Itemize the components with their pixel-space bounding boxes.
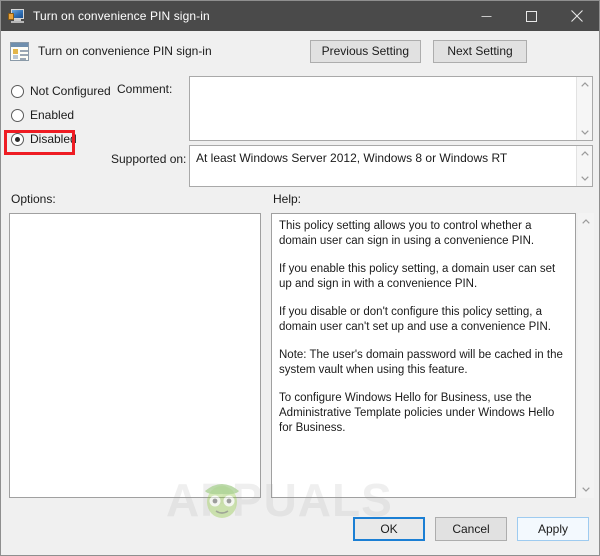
radio-indicator-disabled (11, 132, 24, 146)
setting-title: Turn on convenience PIN sign-in (38, 44, 212, 58)
next-setting-button[interactable]: Next Setting (433, 40, 527, 63)
close-button[interactable] (554, 1, 599, 31)
pane-labels: Options: Help: (1, 186, 599, 213)
radio-enabled[interactable]: Enabled (11, 103, 126, 127)
help-paragraph: If you disable or don't configure this p… (279, 306, 551, 333)
apply-button[interactable]: Apply (517, 517, 589, 541)
radio-indicator-enabled (11, 108, 24, 122)
radio-label-not-configured: Not Configured (30, 84, 111, 98)
computer-policy-icon (8, 7, 26, 25)
radio-disabled[interactable]: Disabled (11, 127, 126, 151)
help-scrollbar[interactable] (578, 213, 594, 498)
comment-label: Comment: (117, 82, 173, 96)
chevron-up-icon[interactable] (580, 80, 589, 89)
title-bar[interactable]: Turn on convenience PIN sign-in (1, 1, 599, 31)
group-policy-setting-dialog: Turn on convenience PIN sign-in Turn on … (0, 0, 600, 556)
chevron-down-icon[interactable] (582, 485, 591, 494)
help-label: Help: (273, 192, 302, 206)
radio-label-enabled: Enabled (30, 108, 75, 122)
help-text: This policy setting allows you to contro… (272, 214, 575, 441)
supported-on-scrollbar[interactable] (576, 146, 592, 186)
chevron-down-icon[interactable] (580, 174, 589, 183)
supported-on-value: At least Windows Server 2012, Windows 8 … (196, 151, 508, 165)
supported-on-label: Supported on: (111, 152, 187, 166)
panes-container: This policy setting allows you to contro… (1, 213, 599, 526)
help-paragraph: If you enable this policy setting, a dom… (279, 263, 556, 290)
radio-label-disabled: Disabled (30, 132, 77, 146)
chevron-up-icon[interactable] (582, 217, 591, 226)
previous-setting-button[interactable]: Previous Setting (309, 40, 421, 63)
help-pane[interactable]: This policy setting allows you to contro… (271, 213, 576, 498)
window-controls (464, 1, 599, 31)
comment-textbox[interactable] (189, 76, 593, 141)
comment-value[interactable] (190, 77, 576, 140)
options-pane[interactable] (9, 213, 261, 498)
help-paragraph: This policy setting allows you to contro… (279, 220, 535, 247)
comment-scrollbar[interactable] (576, 77, 592, 140)
setting-header: Turn on convenience PIN sign-in Previous… (1, 31, 599, 71)
supported-on-textbox: At least Windows Server 2012, Windows 8 … (189, 145, 593, 187)
navigation-buttons: Previous Setting Next Setting (309, 40, 527, 63)
setting-state-form: Not Configured Enabled Disabled Comment: (1, 71, 599, 187)
help-paragraph: Note: The user's domain password will be… (279, 349, 563, 376)
dialog-buttons: OK Cancel Apply (353, 517, 589, 541)
ok-button[interactable]: OK (353, 517, 425, 541)
chevron-down-icon[interactable] (580, 128, 589, 137)
window-title: Turn on convenience PIN sign-in (33, 9, 210, 23)
minimize-button[interactable] (464, 1, 509, 31)
state-radio-group: Not Configured Enabled Disabled (4, 79, 126, 155)
options-content (10, 214, 260, 224)
dialog-footer: OK Cancel Apply (1, 510, 599, 555)
policy-setting-icon (10, 41, 29, 61)
radio-not-configured[interactable]: Not Configured (11, 79, 126, 103)
options-label: Options: (11, 192, 56, 206)
help-paragraph: To configure Windows Hello for Business,… (279, 392, 555, 434)
maximize-button[interactable] (509, 1, 554, 31)
radio-indicator-not-configured (11, 84, 24, 98)
cancel-button[interactable]: Cancel (435, 517, 507, 541)
chevron-up-icon[interactable] (580, 149, 589, 158)
